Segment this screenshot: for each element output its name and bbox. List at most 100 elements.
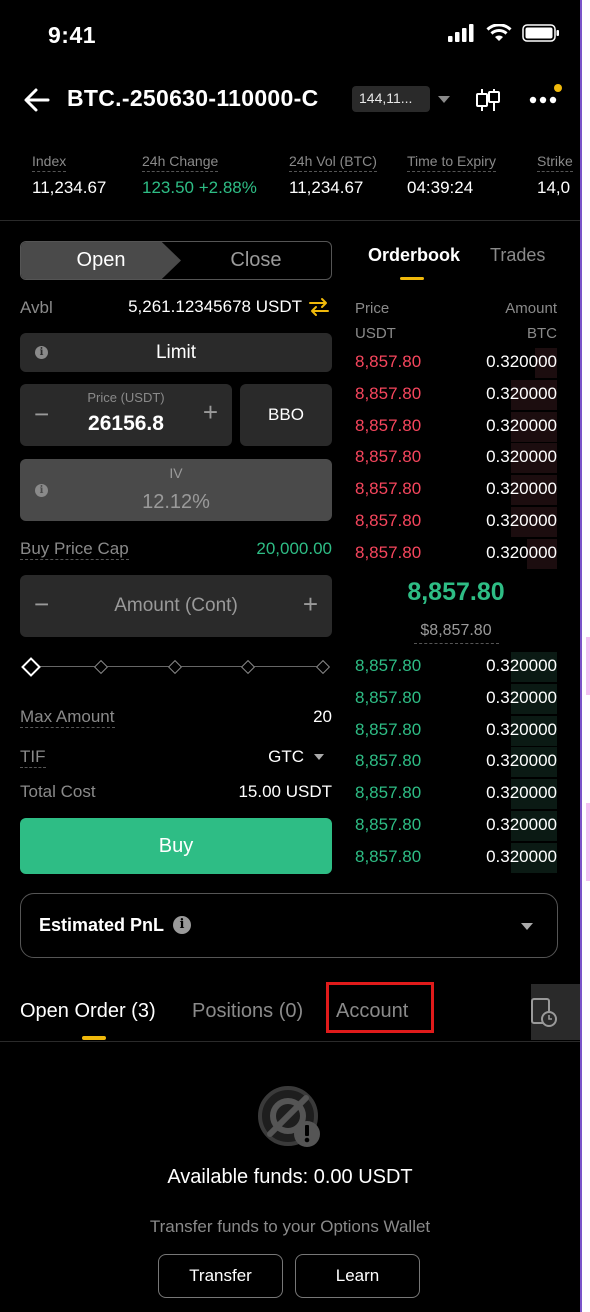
open-close-toggle[interactable]: Open Close xyxy=(20,241,332,280)
ask-row[interactable]: 8,857.80 0.320000 xyxy=(355,507,557,539)
ask-row[interactable]: 8,857.80 0.320000 xyxy=(355,379,557,412)
bid-row[interactable]: 8,857.80 0.320000 xyxy=(355,779,557,811)
status-icons xyxy=(448,24,560,42)
tif-value[interactable]: GTC xyxy=(268,747,304,767)
frame-mark xyxy=(586,637,590,695)
tab-orderbook[interactable]: Orderbook xyxy=(368,245,460,266)
ob-price: 8,857.80 xyxy=(355,511,422,530)
ob-amount: 0.320000 xyxy=(486,656,557,675)
available-funds: Available funds: 0.00 USDT xyxy=(167,1166,413,1188)
ob-amount: 0.320000 xyxy=(486,751,557,771)
amount-placeholder[interactable]: Amount (Cont) xyxy=(20,575,332,637)
bbo-button[interactable]: BBO xyxy=(240,384,332,446)
stat-time-to-expiry: Time to Expiry 04:39:24 xyxy=(407,153,496,198)
ob-price: 8,857.80 xyxy=(355,687,422,707)
candlestick-icon[interactable] xyxy=(474,86,502,114)
stat-index: Index 11,234.67 xyxy=(32,153,106,198)
avbl-value: 5,261.12345678 USDT xyxy=(128,297,302,316)
back-arrow-icon[interactable] xyxy=(22,86,52,114)
max-amount-value: 20 xyxy=(313,707,332,726)
transfer-hint: Transfer funds to your Options Wallet xyxy=(149,1217,431,1236)
price-chip[interactable]: 144,11... xyxy=(352,86,430,112)
ask-row[interactable]: 8,857.80 0.320000 xyxy=(355,443,557,475)
stat-label: 24h Change xyxy=(142,153,219,172)
ob-amount: 0.320000 xyxy=(486,415,557,435)
total-cost-value: 15.00 USDT xyxy=(238,782,332,801)
stat-strike: Strike 14,0 xyxy=(537,153,573,198)
history-icon xyxy=(531,998,557,1027)
buy-price-cap-label: Buy Price Cap xyxy=(20,539,129,560)
instrument-symbol[interactable]: BTC.-250630-110000-C xyxy=(67,85,318,112)
ob-price: 8,857.80 xyxy=(355,352,422,371)
market-stats: Index 11,234.67 24h Change 123.50 +2.88%… xyxy=(20,153,590,199)
divider xyxy=(0,1041,580,1042)
max-amount-label: Max Amount xyxy=(20,707,115,728)
transfer-button[interactable]: Transfer xyxy=(158,1254,283,1298)
bid-row[interactable]: 8,857.80 0.320000 xyxy=(355,842,557,875)
ob-price-unit: USDT xyxy=(355,325,396,342)
ob-amount: 0.320000 xyxy=(486,687,557,707)
highlight-box xyxy=(326,982,434,1033)
bid-row[interactable]: 8,857.80 0.320000 xyxy=(355,715,557,748)
ob-price: 8,857.80 xyxy=(355,383,422,403)
amount-input[interactable]: − Amount (Cont) + xyxy=(20,575,332,637)
bid-row[interactable]: 8,857.80 0.320000 xyxy=(355,652,557,684)
chevron-down-icon[interactable] xyxy=(438,96,450,103)
ob-price: 8,857.80 xyxy=(355,751,422,771)
price-value[interactable]: 26156.8 xyxy=(20,412,232,436)
slider-handle[interactable] xyxy=(21,657,41,677)
total-cost-label: Total Cost xyxy=(20,782,96,801)
ask-row[interactable]: 8,857.80 0.320000 xyxy=(355,538,557,571)
stat-value: 123.50 +2.88% xyxy=(142,178,257,197)
ob-amount-unit: BTC xyxy=(527,325,557,342)
close-tab[interactable]: Close xyxy=(181,242,331,279)
stat-value: 11,234.67 xyxy=(32,178,107,197)
avbl-label: Avbl xyxy=(20,298,53,317)
order-type-select[interactable]: i Limit xyxy=(20,333,332,372)
stat-label: Time to Expiry xyxy=(407,153,496,172)
transfer-swap-icon[interactable] xyxy=(308,296,330,318)
open-tab[interactable]: Open xyxy=(21,242,181,279)
iv-value[interactable]: 12.12% xyxy=(20,491,332,514)
bid-row[interactable]: 8,857.80 0.320000 xyxy=(355,683,557,716)
learn-button[interactable]: Learn xyxy=(295,1254,420,1298)
ob-amount: 0.320000 xyxy=(486,815,557,834)
amount-slider[interactable] xyxy=(20,656,332,678)
no-funds-icon xyxy=(258,1086,320,1147)
buy-button[interactable]: Buy xyxy=(20,818,332,874)
info-icon[interactable]: i xyxy=(173,916,191,934)
iv-input[interactable]: i IV 12.12% xyxy=(20,459,332,521)
stat-label: Strike xyxy=(537,153,573,172)
slider-stop[interactable] xyxy=(240,659,256,675)
price-label: Price (USDT) xyxy=(87,390,165,405)
chevron-down-icon[interactable] xyxy=(314,754,324,760)
ob-price: 8,857.80 xyxy=(355,447,422,467)
last-price[interactable]: 8,857.80 xyxy=(355,578,557,607)
ob-amount: 0.320000 xyxy=(486,542,557,562)
slider-stop[interactable] xyxy=(315,659,331,675)
more-icon[interactable] xyxy=(529,96,557,104)
tab-trades[interactable]: Trades xyxy=(490,245,545,266)
ask-row[interactable]: 8,857.80 0.320000 xyxy=(355,475,557,507)
order-history-button[interactable] xyxy=(531,984,581,1040)
chevron-down-icon[interactable] xyxy=(521,923,533,930)
active-tab-indicator xyxy=(82,1036,106,1040)
slider-stop[interactable] xyxy=(93,659,109,675)
bid-row[interactable]: 8,857.80 0.320000 xyxy=(355,811,557,843)
ob-price: 8,857.80 xyxy=(355,479,422,499)
stat-24h-change: 24h Change 123.50 +2.88% xyxy=(142,153,257,198)
ask-row[interactable]: 8,857.80 0.320000 xyxy=(355,348,557,380)
estimated-pnl-dropdown[interactable]: Estimated PnL i xyxy=(20,893,558,958)
tab-positions[interactable]: Positions (0) xyxy=(192,1000,303,1023)
price-input[interactable]: − Price (USDT) 26156.8 + xyxy=(20,384,232,446)
price-increment-button[interactable]: + xyxy=(203,397,218,428)
stat-label: Index xyxy=(32,153,67,172)
slider-stop[interactable] xyxy=(167,659,183,675)
ob-price: 8,857.80 xyxy=(355,415,422,435)
tif-label: TIF xyxy=(20,747,46,768)
amount-increment-button[interactable]: + xyxy=(303,589,318,620)
tab-open-order[interactable]: Open Order (3) xyxy=(20,1000,156,1023)
ob-price: 8,857.80 xyxy=(355,542,422,562)
ask-row[interactable]: 8,857.80 0.320000 xyxy=(355,411,557,444)
bid-row[interactable]: 8,857.80 0.320000 xyxy=(355,747,557,779)
